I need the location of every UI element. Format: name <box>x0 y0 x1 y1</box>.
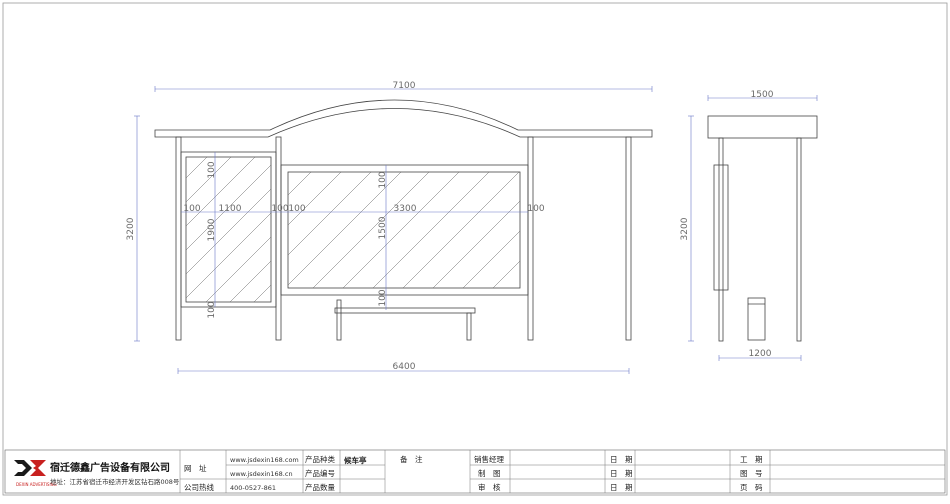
dim-overall-height: 3200 <box>126 217 136 240</box>
dim-main-height: 1500 <box>378 216 388 239</box>
dim-main-top: 100 <box>378 171 388 188</box>
side-post-left <box>718 137 724 342</box>
drawing-label: 制 图 <box>478 468 501 478</box>
title-block: DEXIN ADVERTISING 宿迁德鑫广告设备有限公司 地址：江苏省宿迁市… <box>4 449 946 494</box>
side-panel <box>713 164 729 291</box>
dim-left-side-left: 100 <box>183 204 200 214</box>
product-qty-label: 产品数量 <box>305 482 335 492</box>
website-label: 网 址 <box>184 463 207 473</box>
dim-left-bottom: 100 <box>207 301 217 318</box>
post-mid <box>275 136 282 341</box>
roof <box>154 99 653 138</box>
company-name: 宿迁德鑫广告设备有限公司 <box>50 461 170 474</box>
side-roof <box>707 115 818 139</box>
review-label: 审 核 <box>478 482 501 492</box>
period-label: 工 期 <box>740 455 763 464</box>
hotline-label: 公司热线 <box>184 482 214 492</box>
cad-drawing: 7100 6400 3200 100 1100 100 100 1900 100… <box>2 2 948 496</box>
dim-bottom-width: 6400 <box>393 362 416 372</box>
company-address: 地址：江苏省宿迁市经济开发区钻石路008号 <box>50 477 180 486</box>
left-panel-glass <box>185 156 272 303</box>
date-label-1: 日 期 <box>610 455 633 464</box>
dim-main-width: 3300 <box>394 204 417 214</box>
dim-left-width: 1100 <box>219 204 242 214</box>
dim-side-height: 3200 <box>680 217 690 240</box>
main-panel-glass <box>287 171 521 289</box>
product-type-value: 候车亭 <box>344 455 367 465</box>
drawing-no-label: 图 号 <box>740 469 763 478</box>
date-label-3: 日 期 <box>610 483 633 492</box>
front-view <box>154 99 653 341</box>
left-panel-frame <box>180 151 277 308</box>
hotline-value: 400-0527-861 <box>230 484 276 492</box>
side-post-right <box>796 137 802 342</box>
remarks-label: 备 注 <box>400 454 423 464</box>
dim-left-top: 100 <box>207 161 217 178</box>
dim-overall-width: 7100 <box>393 81 416 91</box>
dimension-lines <box>134 86 818 374</box>
dim-left-height: 1900 <box>207 218 217 241</box>
drawing-border <box>2 2 948 496</box>
website-2: www.jsdexin168.cn <box>230 470 293 478</box>
dim-main-side-right: 100 <box>527 204 544 214</box>
glass-hatching <box>185 156 521 303</box>
dim-side-bottom: 1200 <box>749 349 772 359</box>
dim-main-side-left: 100 <box>288 204 305 214</box>
website-1: www.jsdexin168.com <box>230 456 299 464</box>
drawing-sheet: 7100 6400 3200 100 1100 100 100 1900 100… <box>0 0 950 500</box>
post-right <box>527 136 534 341</box>
dim-left-side-right: 100 <box>271 204 288 214</box>
bench-seat <box>334 307 476 314</box>
bench-leg-left <box>336 299 342 341</box>
dim-main-bottom: 100 <box>378 289 388 306</box>
date-label-2: 日 期 <box>610 469 633 478</box>
post-far-right <box>625 136 632 341</box>
post-left <box>175 136 182 341</box>
side-view <box>707 115 818 342</box>
product-type-label: 产品种类 <box>305 454 335 464</box>
page-label: 页 码 <box>740 483 763 492</box>
bench-leg-right <box>466 312 472 341</box>
sales-manager-label: 销售经理 <box>474 454 504 464</box>
dim-side-top: 1500 <box>751 90 774 100</box>
product-code-label: 产品编号 <box>305 468 335 478</box>
